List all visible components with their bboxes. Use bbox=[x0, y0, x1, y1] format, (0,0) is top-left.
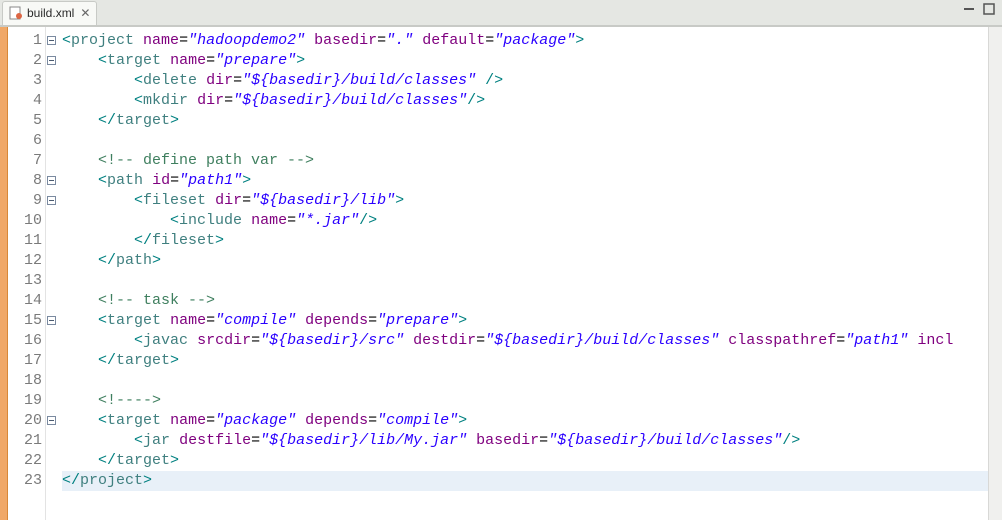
editor[interactable]: 1234567891011121314151617181920212223 <p… bbox=[0, 26, 1002, 520]
code-line[interactable]: </target> bbox=[62, 111, 988, 131]
code-line[interactable]: <javac srcdir="${basedir}/src" destdir="… bbox=[62, 331, 988, 351]
line-number: 18 bbox=[8, 371, 45, 391]
code-line[interactable]: <mkdir dir="${basedir}/build/classes"/> bbox=[62, 91, 988, 111]
code-line[interactable] bbox=[62, 131, 988, 151]
code-line[interactable]: <fileset dir="${basedir}/lib"> bbox=[62, 191, 988, 211]
line-number: 9 bbox=[8, 191, 45, 211]
code-line[interactable]: <project name="hadoopdemo2" basedir="." … bbox=[62, 31, 988, 51]
code-line[interactable] bbox=[62, 371, 988, 391]
code-line[interactable]: <target name="prepare"> bbox=[62, 51, 988, 71]
line-number: 21 bbox=[8, 431, 45, 451]
code-line[interactable]: <!-- task --> bbox=[62, 291, 988, 311]
line-number: 15 bbox=[8, 311, 45, 331]
minimize-button[interactable] bbox=[960, 2, 978, 16]
line-number: 19 bbox=[8, 391, 45, 411]
tab-bar: build.xml ✕ bbox=[0, 0, 1002, 26]
line-number: 5 bbox=[8, 111, 45, 131]
line-number: 17 bbox=[8, 351, 45, 371]
line-number: 10 bbox=[8, 211, 45, 231]
tab-filename: build.xml bbox=[27, 6, 74, 20]
code-area[interactable]: <project name="hadoopdemo2" basedir="." … bbox=[60, 27, 988, 520]
vertical-scrollbar[interactable] bbox=[988, 27, 1002, 520]
fold-toggle[interactable] bbox=[47, 176, 56, 185]
line-number: 11 bbox=[8, 231, 45, 251]
code-line[interactable] bbox=[62, 271, 988, 291]
line-number: 4 bbox=[8, 91, 45, 111]
fold-toggle[interactable] bbox=[47, 196, 56, 205]
code-line[interactable]: <target name="compile" depends="prepare"… bbox=[62, 311, 988, 331]
line-number: 14 bbox=[8, 291, 45, 311]
code-line[interactable]: </fileset> bbox=[62, 231, 988, 251]
code-line[interactable]: <path id="path1"> bbox=[62, 171, 988, 191]
ant-file-icon bbox=[9, 6, 23, 20]
code-line[interactable]: <delete dir="${basedir}/build/classes" /… bbox=[62, 71, 988, 91]
code-line[interactable]: </target> bbox=[62, 351, 988, 371]
tab-build-xml[interactable]: build.xml ✕ bbox=[2, 1, 97, 25]
code-line[interactable]: <!----> bbox=[62, 391, 988, 411]
line-number: 16 bbox=[8, 331, 45, 351]
line-number: 23 bbox=[8, 471, 45, 491]
fold-toggle[interactable] bbox=[47, 36, 56, 45]
folding-column bbox=[46, 27, 60, 520]
line-number: 12 bbox=[8, 251, 45, 271]
line-number: 6 bbox=[8, 131, 45, 151]
line-number: 22 bbox=[8, 451, 45, 471]
line-number: 2 bbox=[8, 51, 45, 71]
code-line[interactable]: <jar destfile="${basedir}/lib/My.jar" ba… bbox=[62, 431, 988, 451]
code-line[interactable]: </target> bbox=[62, 451, 988, 471]
line-number: 3 bbox=[8, 71, 45, 91]
editor-toolbar bbox=[960, 2, 998, 16]
marker-bar bbox=[0, 27, 8, 520]
line-number: 1 bbox=[8, 31, 45, 51]
maximize-button[interactable] bbox=[980, 2, 998, 16]
code-line[interactable]: <target name="package" depends="compile"… bbox=[62, 411, 988, 431]
line-number: 20 bbox=[8, 411, 45, 431]
code-line[interactable]: </project> bbox=[62, 471, 988, 491]
line-number: 7 bbox=[8, 151, 45, 171]
line-number: 8 bbox=[8, 171, 45, 191]
line-number: 13 bbox=[8, 271, 45, 291]
fold-toggle[interactable] bbox=[47, 316, 56, 325]
code-line[interactable]: <!-- define path var --> bbox=[62, 151, 988, 171]
code-line[interactable]: <include name="*.jar"/> bbox=[62, 211, 988, 231]
line-number-gutter: 1234567891011121314151617181920212223 bbox=[8, 27, 46, 520]
close-icon[interactable]: ✕ bbox=[80, 7, 90, 19]
fold-toggle[interactable] bbox=[47, 416, 56, 425]
code-line[interactable]: </path> bbox=[62, 251, 988, 271]
fold-toggle[interactable] bbox=[47, 56, 56, 65]
